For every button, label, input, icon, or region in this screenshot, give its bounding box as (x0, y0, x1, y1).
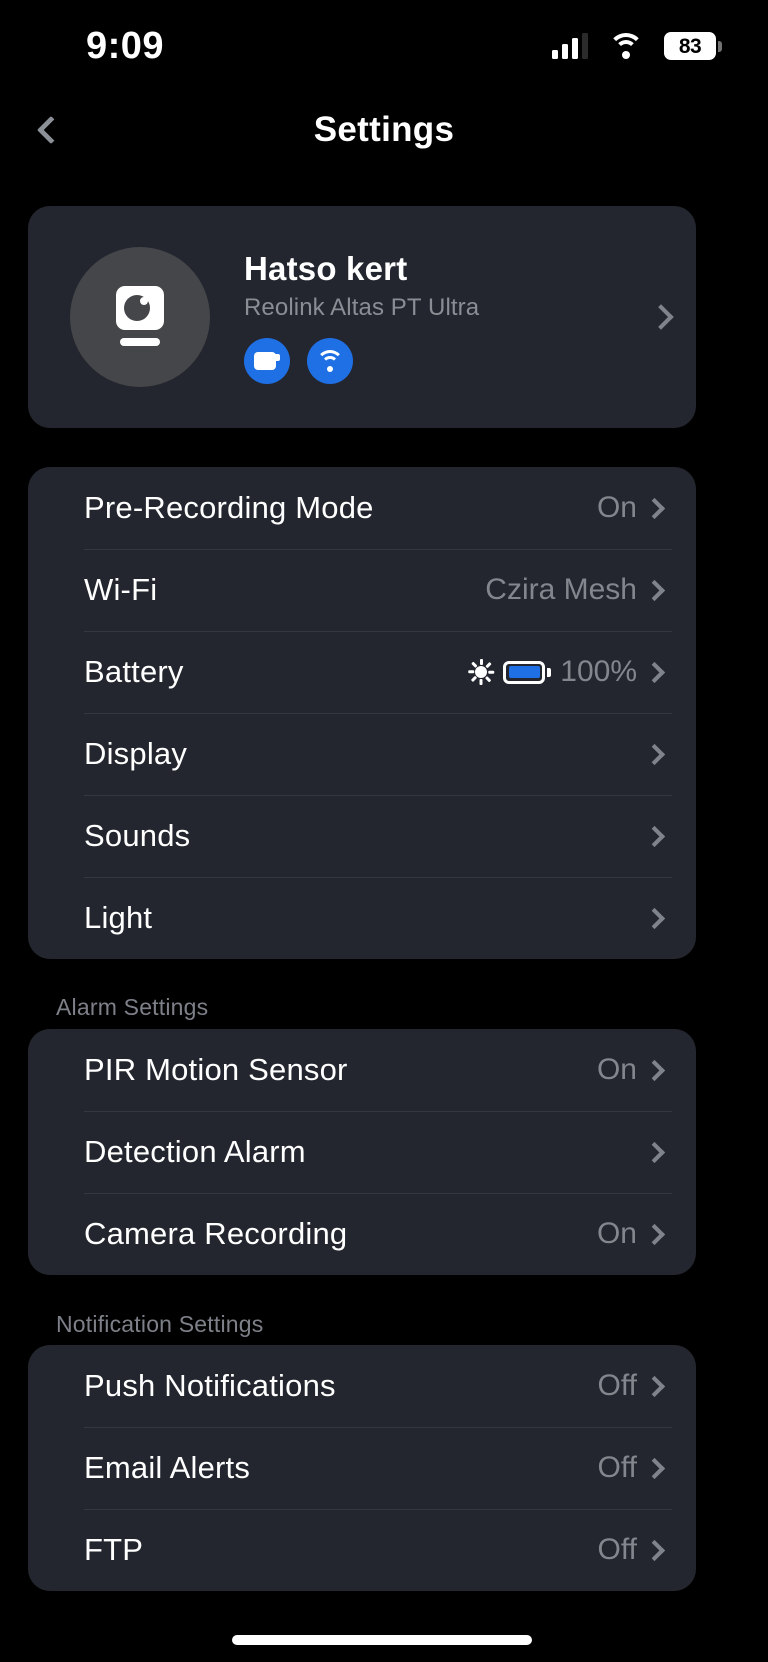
device-card[interactable]: Hatso kert Reolink Altas PT Ultra (28, 206, 696, 428)
solar-sun-icon (468, 659, 495, 685)
status-bar: 9:09 83 (0, 0, 768, 92)
row-label: Detection Alarm (84, 1134, 306, 1169)
row-value: Off (597, 1369, 637, 1402)
navigation-bar: Settings (0, 96, 768, 164)
page-title: Settings (313, 110, 455, 149)
chevron-right-icon (648, 304, 674, 330)
chevron-right-icon (643, 661, 666, 683)
battery-icon: 83 (664, 32, 722, 60)
settings-row-display[interactable]: Display (28, 713, 696, 795)
device-info: Hatso kert Reolink Altas PT Ultra (244, 250, 642, 384)
chevron-right-icon (643, 579, 666, 601)
alarm-settings-header: Alarm Settings (56, 994, 209, 1020)
row-label: Push Notifications (84, 1368, 336, 1403)
device-badges (244, 337, 642, 384)
chevron-right-icon (643, 825, 666, 847)
status-bar-time: 9:09 (86, 25, 165, 67)
row-label: Wi-Fi (84, 572, 158, 607)
chevron-right-icon (643, 1059, 666, 1081)
device-name: Hatso kert (244, 250, 408, 288)
settings-row-email-alerts[interactable]: Email Alerts Off (28, 1427, 696, 1509)
main-settings-card: Pre-Recording Mode On Wi-Fi Czira Mesh B… (28, 467, 696, 959)
settings-row-pir-motion-sensor[interactable]: PIR Motion Sensor On (28, 1029, 696, 1111)
row-value: Off (597, 1533, 637, 1566)
camera-avatar-icon (70, 247, 210, 387)
wifi-badge-icon[interactable] (307, 337, 353, 384)
settings-row-sounds[interactable]: Sounds (28, 795, 696, 877)
chevron-right-icon (643, 1457, 666, 1479)
row-label: Email Alerts (84, 1450, 251, 1485)
battery-row-icons (468, 659, 552, 685)
notification-settings-card: Push Notifications Off Email Alerts Off … (28, 1345, 696, 1591)
settings-row-battery[interactable]: Battery 100% (28, 631, 696, 713)
cellular-signal-icon (552, 33, 588, 59)
battery-full-icon (503, 660, 552, 684)
alarm-settings-card: PIR Motion Sensor On Detection Alarm Cam… (28, 1029, 696, 1275)
settings-row-detection-alarm[interactable]: Detection Alarm (28, 1111, 696, 1193)
chevron-right-icon (643, 743, 666, 765)
row-value: On (596, 1217, 637, 1250)
row-value: On (596, 1053, 637, 1086)
notification-settings-header: Notification Settings (56, 1311, 264, 1337)
camcorder-icon[interactable] (244, 337, 290, 384)
row-value: Czira Mesh (485, 573, 637, 606)
settings-row-light[interactable]: Light (28, 877, 696, 959)
row-value: 100% (560, 655, 637, 688)
row-value: Off (597, 1451, 637, 1484)
chevron-right-icon (643, 1539, 666, 1561)
status-bar-indicators: 83 (552, 32, 722, 60)
row-value: On (596, 491, 637, 524)
home-indicator[interactable] (232, 1635, 532, 1645)
row-label: Camera Recording (84, 1216, 348, 1251)
settings-screen: 9:09 83 Settings Hatso kert Reolink Alta… (0, 0, 768, 1662)
chevron-right-icon (643, 907, 666, 929)
row-label: PIR Motion Sensor (84, 1052, 348, 1087)
settings-row-wifi[interactable]: Wi-Fi Czira Mesh (28, 549, 696, 631)
settings-row-push-notifications[interactable]: Push Notifications Off (28, 1345, 696, 1427)
row-label: Battery (84, 654, 184, 689)
row-label: FTP (84, 1532, 144, 1567)
device-model: Reolink Altas PT Ultra (244, 293, 480, 321)
chevron-right-icon (643, 1223, 666, 1245)
row-label: Pre-Recording Mode (84, 490, 374, 525)
battery-level-text: 83 (678, 34, 702, 58)
chevron-right-icon (643, 1141, 666, 1163)
settings-row-pre-recording-mode[interactable]: Pre-Recording Mode On (28, 467, 696, 549)
wifi-icon (608, 33, 644, 59)
row-label: Display (84, 736, 188, 771)
settings-row-camera-recording[interactable]: Camera Recording On (28, 1193, 696, 1275)
row-label: Light (84, 900, 153, 935)
row-label: Sounds (84, 818, 191, 853)
settings-row-ftp[interactable]: FTP Off (28, 1509, 696, 1591)
chevron-right-icon (643, 497, 666, 519)
chevron-right-icon (643, 1375, 666, 1397)
